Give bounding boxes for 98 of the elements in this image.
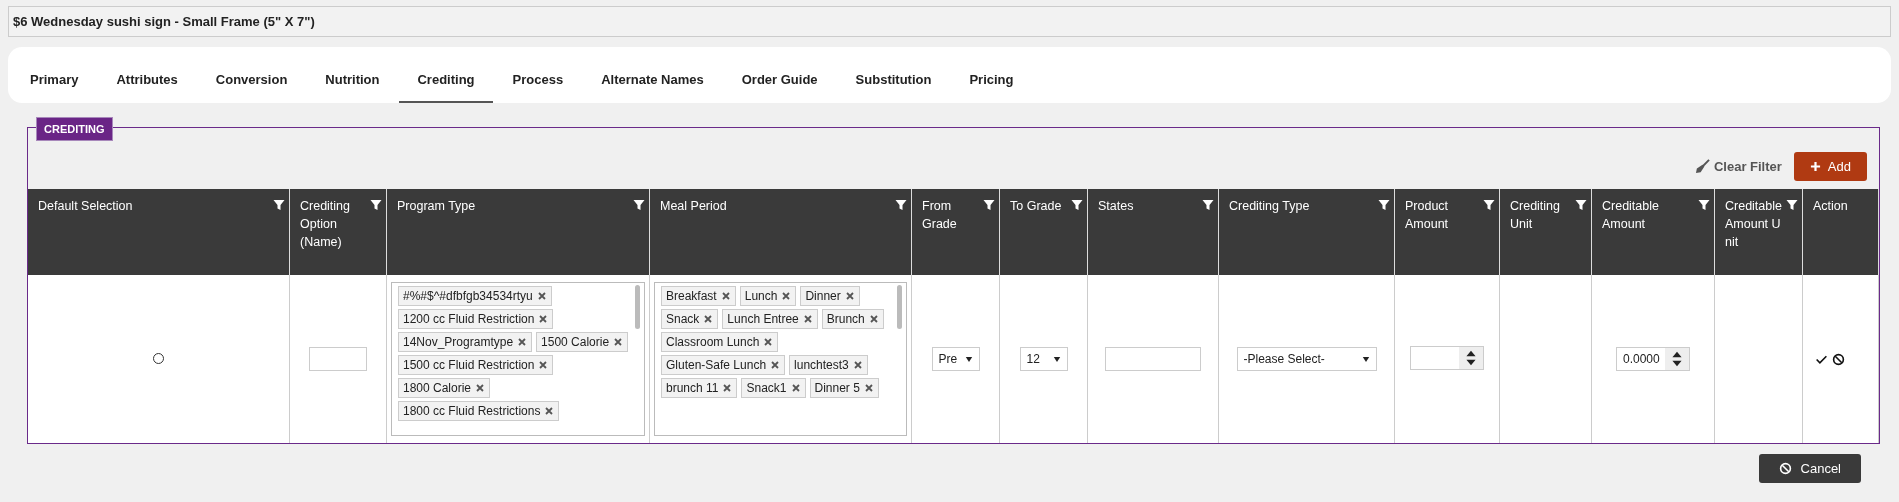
remove-icon[interactable] <box>802 314 813 324</box>
option-name-field[interactable] <box>309 347 367 371</box>
tab[interactable]: Order Guide <box>723 58 836 103</box>
column-label: Crediting Unit <box>1510 198 1562 233</box>
spinner-arrows-icon[interactable] <box>1459 347 1483 369</box>
creditable-amount-spinner[interactable]: 0.0000 <box>1616 347 1690 371</box>
program-type-tag: 1500 cc Fluid Restriction <box>398 355 554 375</box>
remove-icon[interactable] <box>852 360 863 370</box>
remove-icon[interactable] <box>538 360 549 370</box>
remove-icon[interactable] <box>863 383 874 393</box>
spinner-arrows-icon[interactable] <box>1665 348 1689 370</box>
plus-icon <box>1809 161 1821 172</box>
remove-icon[interactable] <box>536 291 547 301</box>
remove-icon[interactable] <box>781 291 792 301</box>
cancel-icon[interactable] <box>1832 352 1845 366</box>
tab[interactable]: Primary <box>12 58 97 103</box>
column-label: To Grade <box>1010 198 1062 215</box>
column-label: Creditable Amount Unit <box>1725 198 1783 251</box>
from-grade-dropdown[interactable]: Pre <box>931 347 980 371</box>
remove-icon[interactable] <box>613 337 624 347</box>
scrollbar[interactable] <box>635 285 640 329</box>
cancel-icon <box>1778 462 1792 475</box>
remove-icon[interactable] <box>538 314 549 324</box>
filter-icon[interactable] <box>1575 199 1587 211</box>
remove-icon[interactable] <box>544 406 555 416</box>
meal-period-tag: Snack <box>661 309 719 329</box>
scrollbar[interactable] <box>897 285 902 329</box>
program-type-multiselect[interactable]: #%#$^#dfbfgb34534rtyu 1200 cc Fluid Restriction 14Nov_Programtype 1500 Calorie 1500 cc Fluid Restriction 1800 Calorie 1800 cc Fluid Restrictions <box>391 282 645 436</box>
meal-period-tag: Snack1 <box>741 378 806 398</box>
filter-icon[interactable] <box>1071 199 1083 211</box>
section-legend: CREDITING <box>36 117 113 141</box>
window-title: $6 Wednesday sushi sign - Small Frame (5" X 7") <box>8 6 1891 37</box>
caret-icon <box>1361 355 1370 363</box>
filter-icon[interactable] <box>1378 199 1390 211</box>
remove-icon[interactable] <box>720 291 731 301</box>
meal-period-tag: Gluten-Safe Lunch <box>661 355 786 375</box>
meal-period-tag: brunch 11 <box>661 378 738 398</box>
column-label: From Grade <box>922 198 958 233</box>
tab[interactable]: Conversion <box>197 58 306 103</box>
filter-icon[interactable] <box>370 199 382 211</box>
tab[interactable]: Process <box>494 58 582 103</box>
remove-icon[interactable] <box>475 383 486 393</box>
filter-icon[interactable] <box>1202 199 1214 211</box>
caret-icon <box>1052 355 1061 363</box>
meal-period-tag: Brunch <box>821 309 884 329</box>
remove-icon[interactable] <box>517 337 528 347</box>
add-button[interactable]: Add <box>1793 152 1867 181</box>
meal-period-tag: Lunch <box>739 286 797 306</box>
tab[interactable]: Nutrition <box>307 58 398 103</box>
meal-period-tag: Classroom Lunch <box>661 332 779 352</box>
meal-period-tag: Dinner 5 <box>809 378 879 398</box>
column-label: States <box>1098 198 1134 215</box>
meal-period-tag: Lunch Entree <box>722 309 818 329</box>
filter-icon[interactable] <box>1786 199 1798 211</box>
tab[interactable]: Pricing <box>951 58 1032 103</box>
cancel-button[interactable]: Cancel <box>1758 454 1861 483</box>
column-label: Crediting Type <box>1229 198 1310 215</box>
filter-icon[interactable] <box>1483 199 1495 211</box>
meal-period-tag: Breakfast <box>661 286 736 306</box>
tab[interactable]: Attributes <box>98 58 196 103</box>
remove-icon[interactable] <box>844 291 855 301</box>
remove-icon[interactable] <box>770 360 781 370</box>
column-label: Action <box>1813 198 1848 215</box>
to-grade-dropdown[interactable]: 12 <box>1019 347 1068 371</box>
filter-icon[interactable] <box>633 199 645 211</box>
filter-icon[interactable] <box>273 199 285 211</box>
remove-icon[interactable] <box>722 383 733 393</box>
program-type-tag: 14Nov_Programtype <box>398 332 533 352</box>
filter-icon[interactable] <box>983 199 995 211</box>
program-type-tag: 1500 Calorie <box>536 332 629 352</box>
product-amount-spinner[interactable] <box>1410 346 1484 370</box>
column-label: Default Selection <box>38 198 133 215</box>
filter-icon[interactable] <box>1698 199 1710 211</box>
remove-icon[interactable] <box>703 314 714 324</box>
meal-period-multiselect[interactable]: Breakfast Lunch Dinner Snack Lunch Entree Brunch Classroom Lunch Gluten-Safe Lunch lunchtest3 brunch 11 Snack1 Dinner 5 <box>654 282 907 436</box>
filter-icon[interactable] <box>895 199 907 211</box>
broom-icon <box>1694 159 1710 174</box>
states-field[interactable] <box>1105 347 1201 371</box>
column-label: Product Amount <box>1405 198 1450 233</box>
meal-period-tag: Dinner <box>800 286 860 306</box>
program-type-tag: 1200 cc Fluid Restriction <box>398 309 554 329</box>
remove-icon[interactable] <box>868 314 879 324</box>
crediting-type-dropdown[interactable]: -Please Select- <box>1236 347 1377 371</box>
column-label: Creditable Amount <box>1602 198 1660 233</box>
tab[interactable]: Crediting <box>399 58 493 103</box>
caret-icon <box>964 355 973 363</box>
tab[interactable]: Alternate Names <box>583 58 722 103</box>
column-label: Meal Period <box>660 198 727 215</box>
remove-icon[interactable] <box>790 383 801 393</box>
tab[interactable]: Substitution <box>837 58 950 103</box>
column-label: Crediting Option (Name) <box>300 198 352 251</box>
column-label: Program Type <box>397 198 476 215</box>
program-type-tag: 1800 cc Fluid Restrictions <box>398 401 560 421</box>
meal-period-tag: lunchtest3 <box>789 355 868 375</box>
program-type-tag: #%#$^#dfbfgb34534rtyu <box>398 286 552 306</box>
clear-filter-button[interactable]: Clear Filter <box>1688 158 1788 175</box>
remove-icon[interactable] <box>763 337 774 347</box>
program-type-tag: 1800 Calorie <box>398 378 491 398</box>
